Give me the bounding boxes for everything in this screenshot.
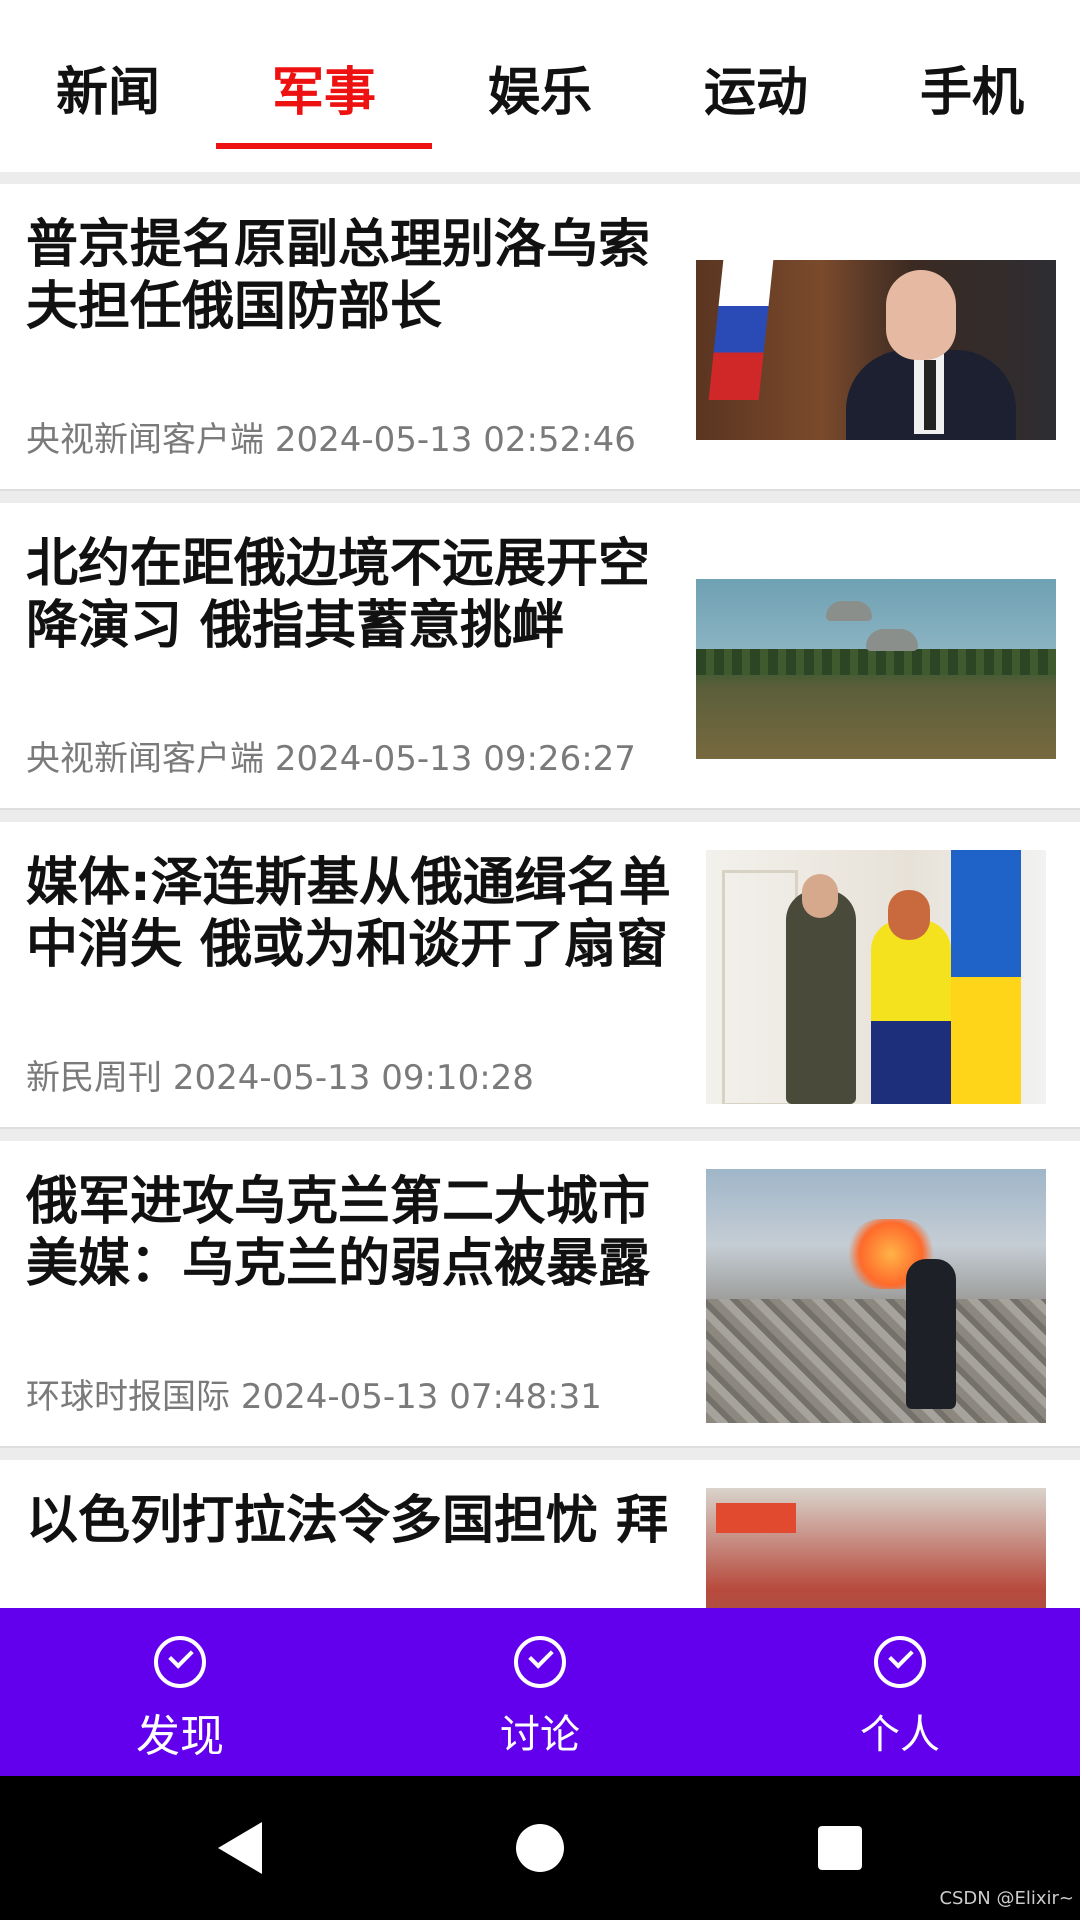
face-graphic — [886, 270, 956, 360]
flag-graphic — [951, 850, 1021, 1104]
person-graphic — [906, 1259, 956, 1409]
parachute-drill-photo — [696, 579, 1056, 759]
news-time: 2024-05-13 09:26:27 — [274, 739, 636, 779]
recent-apps-icon[interactable] — [818, 1826, 862, 1870]
tab-label: 军事 — [271, 63, 376, 123]
nav-discuss[interactable]: 讨论 — [360, 1608, 720, 1776]
news-source: 环球时报国际 — [26, 1377, 230, 1417]
tab-military[interactable]: 军事 — [216, 0, 432, 172]
parachute-graphic — [826, 601, 872, 621]
check-circle-icon — [874, 1636, 926, 1688]
parachute-graphic — [866, 629, 918, 651]
check-circle-icon — [514, 1636, 566, 1688]
rubble-graphic — [706, 1299, 1046, 1423]
news-meta: 央视新闻客户端 2024-05-13 02:52:46 — [26, 412, 636, 461]
bottom-navigation: 发现 讨论 个人 — [0, 1608, 1080, 1776]
news-source: 央视新闻客户端 — [26, 739, 264, 779]
news-title: 北约在距俄边境不远展开空降演习 俄指其蓄意挑衅 — [26, 534, 651, 656]
news-feed[interactable]: 普京提名原副总理别洛乌索夫担任俄国防部长 央视新闻客户端 2024-05-13 … — [0, 172, 1080, 1608]
tab-label: 新闻 — [55, 63, 160, 123]
nav-label: 发现 — [136, 1711, 224, 1762]
divider — [0, 172, 1080, 184]
street-photo — [706, 1488, 1046, 1608]
system-navigation-bar — [0, 1776, 1080, 1920]
news-source: 新民周刊 — [26, 1058, 162, 1098]
back-icon[interactable] — [218, 1822, 262, 1874]
head-graphic — [802, 874, 838, 918]
divider — [0, 1448, 1080, 1460]
person-graphic — [871, 920, 951, 1104]
nav-profile[interactable]: 个人 — [720, 1608, 1080, 1776]
tab-label: 手机 — [919, 63, 1024, 123]
divider — [0, 810, 1080, 822]
news-card[interactable]: 以色列打拉法令多国担忧 拜 — [0, 1460, 1080, 1608]
news-title: 以色列打拉法令多国担忧 拜 — [26, 1491, 669, 1551]
news-meta: 央视新闻客户端 2024-05-13 09:26:27 — [26, 731, 636, 780]
home-icon[interactable] — [516, 1824, 564, 1872]
ruins-photo — [706, 1169, 1046, 1423]
tie-graphic — [924, 360, 936, 430]
treeline-graphic — [696, 649, 1056, 675]
news-card[interactable]: 普京提名原副总理别洛乌索夫担任俄国防部长 央视新闻客户端 2024-05-13 … — [0, 184, 1080, 491]
news-card[interactable]: 媒体:泽连斯基从俄通缉名单中消失 俄或为和谈开了扇窗 新民周刊 2024-05-… — [0, 822, 1080, 1129]
news-card[interactable]: 北约在距俄边境不远展开空降演习 俄指其蓄意挑衅 央视新闻客户端 2024-05-… — [0, 503, 1080, 810]
tab-label: 娱乐 — [487, 63, 592, 123]
watermark: CSDN @Elixir~ — [939, 1888, 1074, 1909]
category-tabbar: 新闻 军事 娱乐 运动 手机 — [0, 0, 1080, 172]
putin-photo — [696, 260, 1056, 440]
news-title: 媒体:泽连斯基从俄通缉名单中消失 俄或为和谈开了扇窗 — [26, 853, 671, 975]
zelensky-photo — [706, 850, 1046, 1104]
person-graphic — [786, 890, 856, 1104]
nav-label: 讨论 — [500, 1712, 580, 1758]
news-meta: 环球时报国际 2024-05-13 07:48:31 — [26, 1369, 602, 1418]
tab-indicator — [216, 143, 432, 149]
news-title: 普京提名原副总理别洛乌索夫担任俄国防部长 — [26, 215, 651, 337]
news-time: 2024-05-13 02:52:46 — [274, 420, 636, 460]
news-time: 2024-05-13 07:48:31 — [240, 1377, 602, 1417]
news-card[interactable]: 俄军进攻乌克兰第二大城市 美媒：乌克兰的弱点被暴露 环球时报国际 2024-05… — [0, 1141, 1080, 1448]
news-time: 2024-05-13 09:10:28 — [172, 1058, 534, 1098]
person-graphic — [846, 270, 1016, 440]
nav-label: 个人 — [860, 1712, 940, 1758]
tab-entertainment[interactable]: 娱乐 — [432, 0, 648, 172]
news-title: 俄军进攻乌克兰第二大城市 美媒：乌克兰的弱点被暴露 — [26, 1172, 651, 1294]
tab-label: 运动 — [703, 63, 808, 123]
banner-graphic — [716, 1503, 796, 1533]
head-graphic — [888, 890, 930, 940]
tab-news[interactable]: 新闻 — [0, 0, 216, 172]
news-source: 央视新闻客户端 — [26, 420, 264, 460]
tab-sports[interactable]: 运动 — [648, 0, 864, 172]
nav-discover[interactable]: 发现 — [0, 1608, 360, 1776]
tab-phone[interactable]: 手机 — [864, 0, 1080, 172]
news-meta: 新民周刊 2024-05-13 09:10:28 — [26, 1050, 534, 1099]
divider — [0, 491, 1080, 503]
flag-graphic — [708, 260, 774, 400]
check-circle-icon — [154, 1636, 206, 1688]
divider — [0, 1129, 1080, 1141]
